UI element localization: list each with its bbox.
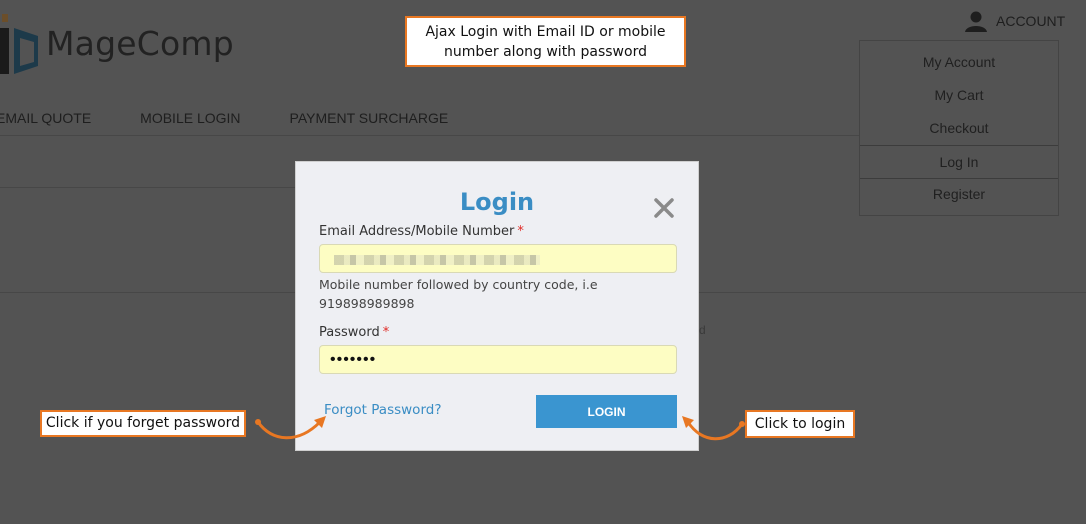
account-menu-toggle[interactable]: ACCOUNT — [964, 10, 1065, 32]
nav-item-payment-surcharge[interactable]: PAYMENT SURCHARGE — [290, 110, 449, 126]
nav-item-mobile-login[interactable]: MOBILE LOGIN — [140, 110, 240, 126]
account-label: ACCOUNT — [996, 13, 1066, 29]
main-navigation: EMAIL QUOTE MOBILE LOGIN PAYMENT SURCHAR… — [0, 110, 497, 126]
forgot-password-link[interactable]: Forgot Password? — [324, 402, 442, 418]
menu-item-my-cart[interactable]: My Cart — [860, 87, 1058, 103]
brand-name: MageComp — [46, 23, 234, 63]
email-label-text: Email Address/Mobile Number — [319, 224, 515, 239]
account-dropdown: My Account My Cart Checkout Log In Regis… — [859, 40, 1059, 216]
nav-item-email-quote[interactable]: EMAIL QUOTE — [0, 110, 91, 126]
login-modal: Login Email Address/Mobile Number * Mobil… — [295, 161, 699, 451]
password-label-text: Password — [319, 325, 380, 340]
menu-item-register[interactable]: Register — [860, 186, 1058, 202]
callout-login: Click to login — [745, 410, 855, 438]
background-text-fragment: d — [699, 323, 706, 337]
login-button[interactable]: LOGIN — [536, 395, 677, 428]
brand-logo[interactable]: MageComp — [0, 8, 234, 78]
blurred-email-value — [334, 255, 540, 265]
nav-divider — [0, 135, 860, 136]
magecomp-logo-icon — [0, 8, 42, 78]
content-divider — [0, 187, 295, 188]
callout-top: Ajax Login with Email ID or mobile numbe… — [405, 16, 686, 67]
menu-item-my-account[interactable]: My Account — [860, 54, 1058, 70]
password-field[interactable]: ••••••• — [319, 345, 677, 374]
menu-item-log-in[interactable]: Log In — [860, 145, 1058, 179]
email-field[interactable] — [319, 244, 677, 273]
password-value: ••••••• — [330, 351, 377, 368]
user-icon — [965, 11, 987, 32]
curved-arrow-icon — [255, 416, 326, 440]
email-label: Email Address/Mobile Number * — [319, 224, 524, 239]
modal-title: Login — [459, 188, 535, 216]
menu-item-checkout[interactable]: Checkout — [860, 120, 1058, 136]
required-mark-password: * — [382, 325, 390, 340]
required-mark: * — [517, 224, 524, 239]
close-icon[interactable] — [652, 196, 676, 220]
email-hint: Mobile number followed by country code, … — [319, 277, 598, 311]
curved-arrow-icon-right — [682, 416, 745, 441]
password-label: Password * — [319, 325, 389, 340]
callout-forgot: Click if you forget password — [40, 410, 246, 437]
